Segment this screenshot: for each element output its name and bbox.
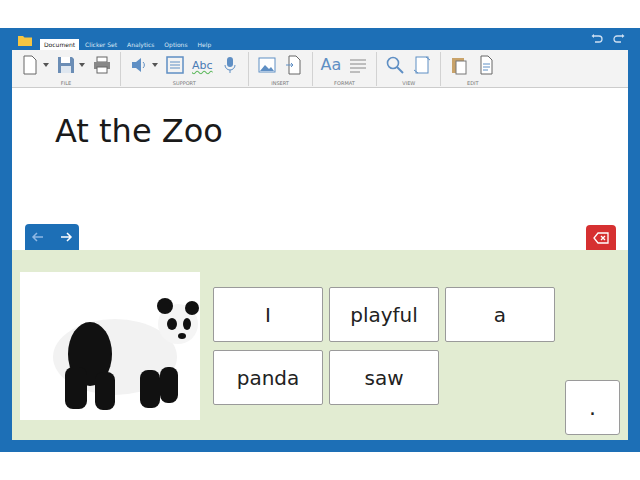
font-icon[interactable]: Aa: [321, 57, 342, 73]
insert-file-icon[interactable]: [284, 55, 304, 75]
undo-icon[interactable]: [591, 34, 603, 44]
panda-icon: [20, 272, 200, 420]
redo-icon[interactable]: [613, 34, 625, 44]
word-button[interactable]: I: [213, 287, 323, 342]
paragraph-icon[interactable]: [348, 55, 368, 75]
ribbon-group: AaFORMAT: [313, 52, 378, 86]
backspace-icon: [593, 232, 609, 244]
menu-tab[interactable]: Help: [194, 39, 216, 50]
ribbon: FILEAbcSUPPORTINSERTAaFORMATVIEWEDIT: [12, 50, 628, 88]
save-icon[interactable]: [56, 55, 76, 75]
folder-icon[interactable]: [18, 35, 32, 46]
page-view-icon[interactable]: [412, 55, 432, 75]
ribbon-group: AbcSUPPORT: [121, 52, 249, 86]
word-button[interactable]: panda: [213, 350, 323, 405]
paste-icon[interactable]: [449, 55, 469, 75]
menu-tab[interactable]: Document: [40, 39, 79, 50]
ribbon-group: EDIT: [441, 52, 504, 86]
navigation-buttons: [25, 224, 79, 250]
app-window: DocumentClicker SetAnalyticsOptionsHelpF…: [0, 28, 640, 452]
arrow-right-icon[interactable]: [59, 230, 73, 244]
dropdown-icon[interactable]: [79, 63, 85, 67]
word-button[interactable]: playful: [329, 287, 439, 342]
title-bar: DocumentClicker SetAnalyticsOptionsHelp: [12, 28, 628, 50]
dropdown-icon[interactable]: [152, 63, 158, 67]
document-text[interactable]: At the Zoo: [12, 88, 628, 224]
list-icon[interactable]: [165, 55, 185, 75]
speaker-icon[interactable]: [129, 55, 149, 75]
spellcheck-icon[interactable]: Abc: [192, 60, 213, 71]
ribbon-group: VIEW: [377, 52, 441, 86]
menu-tab[interactable]: Analytics: [123, 39, 158, 50]
search-icon[interactable]: [385, 55, 405, 75]
word-button[interactable]: a: [445, 287, 555, 342]
menu-tab[interactable]: Options: [160, 39, 191, 50]
microphone-icon[interactable]: [220, 55, 240, 75]
print-icon[interactable]: [92, 55, 112, 75]
panda-picture: [20, 272, 200, 420]
word-bank: Iplayfula pandasaw.: [12, 250, 628, 440]
delete-button[interactable]: [586, 225, 616, 250]
dropdown-icon[interactable]: [43, 63, 49, 67]
ribbon-group: INSERT: [249, 52, 313, 86]
picture-icon[interactable]: [257, 55, 277, 75]
arrow-left-icon[interactable]: [31, 230, 45, 244]
punctuation-button[interactable]: .: [565, 380, 620, 435]
word-button[interactable]: saw: [329, 350, 439, 405]
menu-tab[interactable]: Clicker Set: [81, 39, 121, 50]
app-screen: DocumentClicker SetAnalyticsOptionsHelpF…: [0, 0, 640, 480]
document-area[interactable]: At the Zoo: [12, 88, 628, 250]
document-edit-icon[interactable]: [476, 55, 496, 75]
new-document-icon[interactable]: [20, 55, 40, 75]
ribbon-group: FILE: [12, 52, 121, 86]
